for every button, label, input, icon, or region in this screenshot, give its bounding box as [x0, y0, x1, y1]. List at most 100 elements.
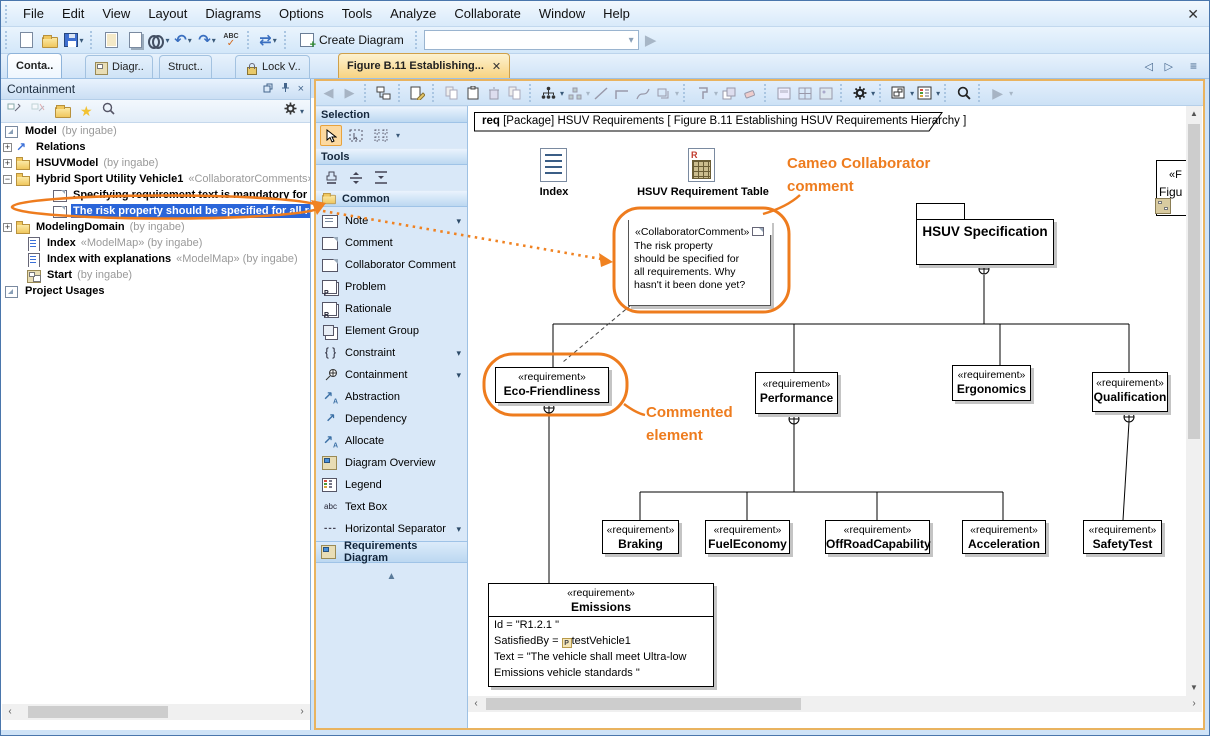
redo-button[interactable]: ↷▾	[195, 29, 219, 51]
dropdown-caret-icon[interactable]: ▾	[1009, 89, 1013, 98]
dropdown-caret-icon[interactable]: ▾	[456, 216, 461, 227]
perspective-combobox[interactable]: ▾	[424, 30, 639, 50]
vertical-compress-button[interactable]	[370, 167, 392, 188]
collaborator-comment-note[interactable]: «CollaboratorComment» The risk property …	[628, 220, 771, 306]
open-in-tree-icon[interactable]	[55, 107, 71, 118]
tab-list-icon[interactable]: ≡	[1190, 59, 1197, 73]
scroll-right-icon[interactable]: ›	[1186, 696, 1202, 712]
requirement-fueleconomy[interactable]: «requirement» FuelEconomy	[705, 520, 790, 554]
layout-tree-icon[interactable]	[538, 83, 559, 103]
index-shortcut-label[interactable]: Index	[524, 186, 584, 198]
tree-item-relations[interactable]: + ↗ Relations	[1, 139, 310, 155]
nav-forward-icon[interactable]: ▶	[339, 83, 360, 103]
evaluate-play-icon[interactable]: ▶	[987, 83, 1008, 103]
unlink-icon[interactable]	[31, 102, 46, 120]
tool-legend[interactable]: Legend	[316, 474, 467, 496]
dropdown-caret-icon[interactable]: ▾	[871, 89, 875, 98]
requirement-eco-friendliness[interactable]: «requirement» Eco-Friendliness	[495, 367, 609, 403]
style-paint-icon[interactable]	[692, 83, 713, 103]
canvas-vscrollbar[interactable]: ▲ ▼	[1186, 106, 1202, 696]
stamp-tool-button[interactable]	[320, 167, 342, 188]
tree-hscroll-thumb[interactable]	[28, 706, 168, 718]
tool-constraint[interactable]: { } Constraint ▾	[316, 342, 467, 364]
tree-item-project-usages[interactable]: Project Usages	[1, 283, 310, 299]
expander-plus-icon[interactable]: +	[3, 159, 12, 168]
menu-tools[interactable]: Tools	[333, 2, 381, 25]
scroll-right-icon[interactable]: ›	[294, 704, 310, 720]
tool-text-box[interactable]: abc Text Box	[316, 496, 467, 518]
settings-gear-icon[interactable]	[284, 102, 297, 120]
requirements-diagram-section[interactable]: Requirements Diagram	[316, 541, 467, 563]
oblique-path-icon[interactable]	[590, 83, 611, 103]
menu-edit[interactable]: Edit	[53, 2, 93, 25]
save-button[interactable]: ▾	[62, 29, 86, 51]
tool-element-group[interactable]: Element Group	[316, 320, 467, 342]
tree-item-index[interactable]: Index «ModelMap» (by ingabe)	[1, 235, 310, 251]
tool-note[interactable]: Note ▾	[316, 210, 467, 232]
requirement-emissions[interactable]: «requirement» Emissions Id = "R1.2.1 " S…	[488, 583, 714, 687]
tab-lock-view[interactable]: Lock V..	[235, 55, 310, 78]
menu-help[interactable]: Help	[594, 2, 639, 25]
common-section-header[interactable]: Common	[316, 190, 467, 207]
tool-containment[interactable]: Containment ▾	[316, 364, 467, 386]
menu-options[interactable]: Options	[270, 2, 333, 25]
tool-abstraction[interactable]: ↗A Abstraction	[316, 386, 467, 408]
tool-diagram-overview[interactable]: Diagram Overview	[316, 452, 467, 474]
menu-file[interactable]: File	[14, 2, 53, 25]
group-select-button[interactable]	[370, 125, 392, 146]
dropdown-caret-icon[interactable]: ▾	[188, 36, 192, 45]
tab-diagrams[interactable]: Diagr..	[85, 55, 153, 78]
requirement-ergonomics[interactable]: «requirement» Ergonomics	[952, 365, 1031, 401]
menu-view[interactable]: View	[93, 2, 139, 25]
zoom-icon[interactable]	[953, 83, 974, 103]
tree-item-comment-2-selected[interactable]: The risk property should be specified fo…	[1, 203, 310, 219]
requirement-table-icon[interactable]: R	[688, 148, 715, 182]
requirement-table-label[interactable]: HSUV Requirement Table	[623, 186, 783, 198]
requirement-offroadcapability[interactable]: «requirement» OffRoadCapability	[825, 520, 930, 554]
close-panel-icon[interactable]: ×	[298, 83, 304, 95]
image-icon[interactable]	[815, 83, 836, 103]
tool-problem[interactable]: P Problem	[316, 276, 467, 298]
dropdown-caret-icon[interactable]: ▾	[212, 36, 216, 45]
requirement-qualification[interactable]: «requirement» Qualification	[1092, 372, 1168, 412]
tab-scroll-left-icon[interactable]: ◁	[1145, 60, 1153, 73]
expander-plus-icon[interactable]: +	[3, 143, 12, 152]
bezier-path-icon[interactable]	[632, 83, 653, 103]
menu-analyze[interactable]: Analyze	[381, 2, 445, 25]
hsuv-specification-package[interactable]: HSUV Specification	[916, 219, 1054, 265]
menu-layout[interactable]: Layout	[139, 2, 196, 25]
quick-search-icon[interactable]	[102, 102, 115, 120]
requirement-braking[interactable]: «requirement» Braking	[602, 520, 679, 554]
tree-item-index-explanations[interactable]: Index with explanations «ModelMap» (by i…	[1, 251, 310, 267]
show-hide-icon[interactable]	[773, 83, 794, 103]
diagram-options-gear-icon[interactable]	[849, 83, 870, 103]
tab-containment[interactable]: Conta..	[7, 53, 62, 78]
open-project-button[interactable]	[38, 29, 62, 51]
run-button[interactable]: ▶	[639, 29, 663, 51]
paste-icon[interactable]	[462, 83, 483, 103]
menu-window[interactable]: Window	[530, 2, 594, 25]
tree-item-hsuvmodel[interactable]: + HSUVModel (by ingabe)	[1, 155, 310, 171]
selection-section-header[interactable]: Selection	[316, 106, 467, 123]
window-close-icon[interactable]: ✕	[1187, 6, 1199, 23]
diagram-canvas[interactable]: req [Package] HSUV Requirements [ Figure…	[468, 106, 1186, 696]
dropdown-caret-icon[interactable]: ▾	[456, 348, 461, 359]
delete-icon[interactable]	[483, 83, 504, 103]
menu-collaborate[interactable]: Collaborate	[445, 2, 530, 25]
nav-back-icon[interactable]: ◀	[318, 83, 339, 103]
grid-icon[interactable]	[794, 83, 815, 103]
cursor-tool-button[interactable]	[320, 125, 342, 146]
favorites-star-icon[interactable]: ★	[80, 104, 93, 118]
requirement-performance[interactable]: «requirement» Performance	[755, 372, 838, 414]
dropdown-caret-icon[interactable]: ▾	[396, 131, 400, 140]
diagram-properties-icon[interactable]	[407, 83, 428, 103]
save-as-image-icon[interactable]	[888, 83, 909, 103]
tab-structure[interactable]: Struct..	[159, 55, 212, 78]
dropdown-caret-icon[interactable]: ▾	[300, 107, 304, 116]
dropdown-caret-icon[interactable]: ▾	[456, 370, 461, 381]
scroll-down-icon[interactable]: ▼	[1186, 680, 1202, 696]
combobox-caret-icon[interactable]: ▾	[629, 35, 634, 46]
tree-item-comment-1[interactable]: Specifying requirement text is mandatory…	[1, 187, 310, 203]
tab-close-icon[interactable]: ✕	[492, 60, 501, 73]
tree-hscrollbar[interactable]: ‹ ›	[2, 704, 310, 720]
